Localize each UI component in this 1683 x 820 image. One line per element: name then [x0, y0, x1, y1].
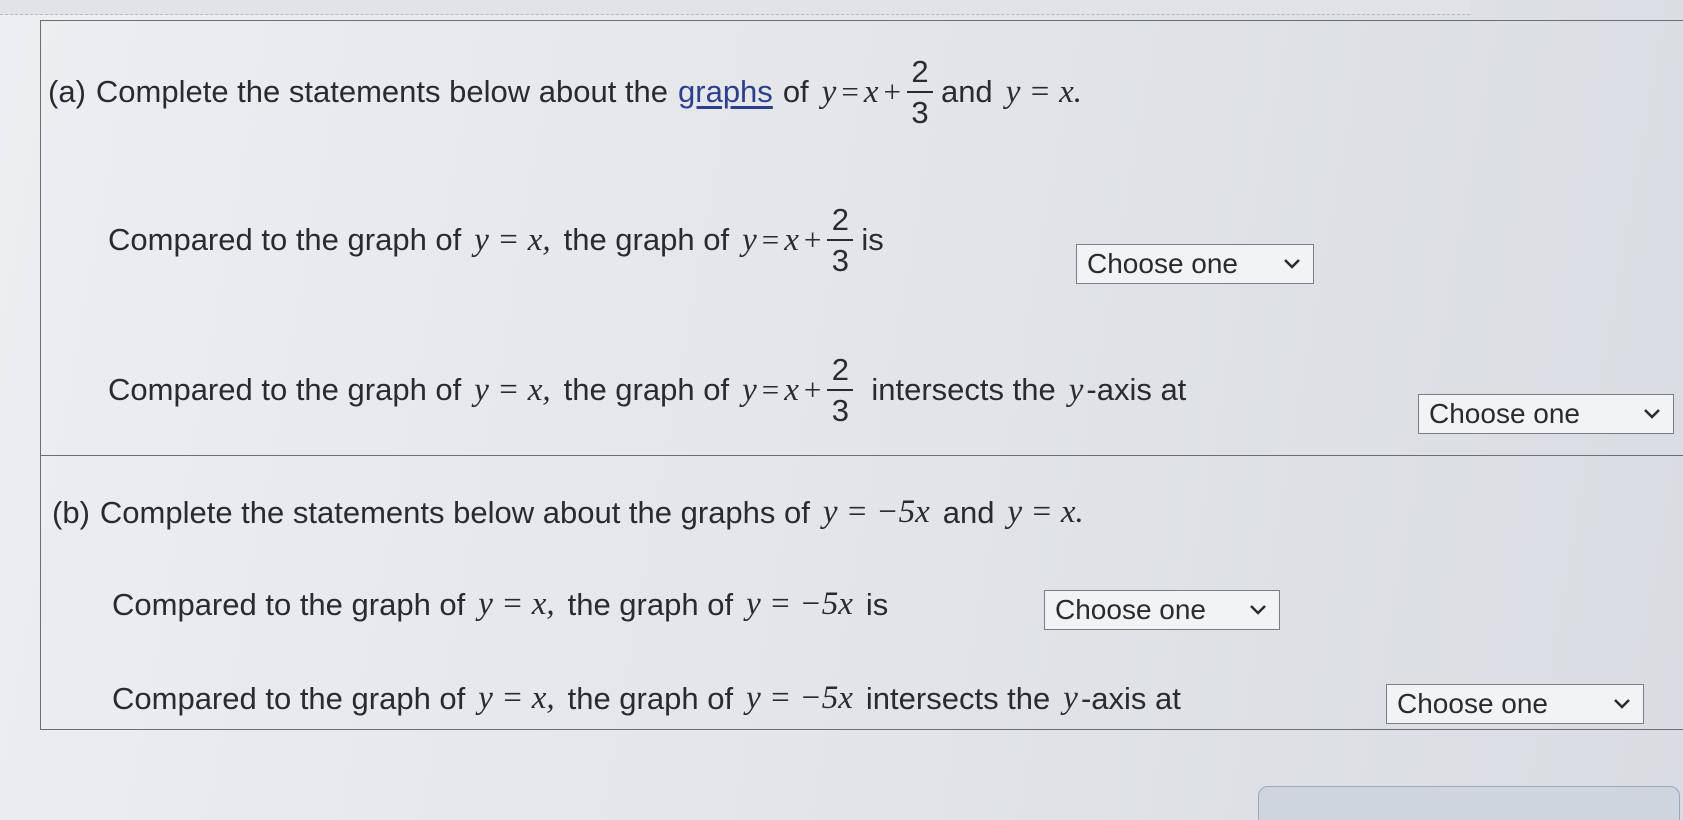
statement-middle: the graph of — [567, 680, 734, 716]
fraction-two-thirds: 2 3 — [906, 54, 933, 130]
part-a-dropdown-1[interactable]: Choose one — [1076, 244, 1314, 284]
statement-eq: y = x, — [478, 680, 555, 716]
statement-eq2: y = −5x — [746, 586, 853, 622]
part-b-statement-2: Compared to the graph of y = x, the grap… — [112, 680, 1181, 717]
part-b-label: (b) — [52, 494, 90, 530]
part-b-eq2: y = x. — [1007, 494, 1084, 530]
statement-eq: y = x, — [478, 586, 555, 622]
part-a-statement-2: Compared to the graph of y = x, the grap… — [108, 354, 1186, 426]
statement-eq2-rhs: x — [784, 221, 799, 258]
top-strip — [0, 0, 1470, 15]
statement-eq: y = x, — [474, 221, 551, 258]
part-b-intro: (b) Complete the statements below about … — [52, 494, 1087, 531]
part-divider — [40, 455, 1683, 456]
graphs-link[interactable]: graphs — [678, 74, 773, 110]
dropdown-value: Choose one — [1055, 594, 1207, 625]
statement-prefix: Compared to the graph of — [108, 222, 462, 257]
chevron-down-icon — [1611, 693, 1633, 715]
plus-sign: + — [803, 222, 822, 257]
fraction-numerator: 2 — [831, 202, 849, 237]
statement-prefix: Compared to the graph of — [112, 680, 466, 716]
statement-suffix: is — [865, 586, 889, 622]
chevron-down-icon — [1247, 599, 1269, 621]
fraction-two-thirds: 2 3 — [827, 352, 854, 428]
bottom-button[interactable] — [1258, 786, 1680, 820]
plus-sign: + — [803, 372, 822, 407]
fraction-denominator: 3 — [831, 393, 849, 428]
statement-suffix-b: -axis at — [1080, 680, 1181, 716]
statement-prefix: Compared to the graph of — [108, 372, 462, 407]
statement-eq2-rhs: x — [784, 371, 799, 408]
part-a-intro: (a) Complete the statements below about … — [48, 56, 1085, 128]
y-variable: y — [1063, 680, 1078, 716]
y-variable: y — [1068, 371, 1084, 408]
statement-middle: the graph of — [563, 222, 730, 257]
part-b-dropdown-1[interactable]: Choose one — [1044, 590, 1280, 630]
part-a-intro-text: Complete the statements below about the — [95, 74, 669, 109]
part-b-intro-text: Complete the statements below about the … — [99, 494, 810, 530]
part-a-eq1-lhs: y — [821, 73, 837, 110]
dropdown-value: Choose one — [1397, 688, 1549, 719]
statement-eq2: y = −5x — [746, 680, 853, 716]
chevron-down-icon — [1281, 253, 1303, 275]
statement-prefix: Compared to the graph of — [112, 586, 466, 622]
part-b-dropdown-2[interactable]: Choose one — [1386, 684, 1644, 724]
fraction-numerator: 2 — [911, 54, 929, 89]
part-b-eq1: y = −5x — [822, 494, 930, 530]
part-a-intro-and: and — [940, 74, 993, 109]
statement-suffix: is — [861, 222, 884, 257]
fraction-denominator: 3 — [911, 95, 929, 130]
equals-sign: = — [761, 372, 780, 407]
part-a-eq2: y = x. — [1005, 73, 1082, 110]
part-b-intro-and: and — [942, 494, 995, 530]
statement-middle: the graph of — [567, 586, 734, 622]
equals-sign: = — [761, 222, 780, 257]
dropdown-value: Choose one — [1087, 248, 1239, 279]
statement-suffix-a: intersects the — [865, 680, 1051, 716]
statement-suffix-b: -axis at — [1086, 372, 1187, 407]
plus-sign: + — [883, 74, 901, 109]
part-a-intro-of: of — [782, 74, 809, 109]
statement-suffix-a: intersects the — [871, 372, 1056, 407]
fraction-numerator: 2 — [831, 352, 849, 387]
part-a-label: (a) — [48, 74, 86, 109]
statement-eq2-lhs: y — [742, 221, 757, 258]
part-a-eq1-rhs: x — [863, 73, 879, 110]
dropdown-value: Choose one — [1429, 398, 1581, 429]
part-b-statement-1: Compared to the graph of y = x, the grap… — [112, 586, 888, 623]
part-a-dropdown-2[interactable]: Choose one — [1418, 394, 1674, 434]
fraction-two-thirds: 2 3 — [827, 202, 854, 278]
statement-eq2-lhs: y — [742, 371, 757, 408]
statement-eq: y = x, — [474, 371, 551, 408]
equals-sign: = — [841, 74, 859, 109]
statement-middle: the graph of — [563, 372, 730, 407]
page: (a) Complete the statements below about … — [0, 0, 1683, 820]
fraction-denominator: 3 — [831, 243, 849, 278]
chevron-down-icon — [1641, 403, 1663, 425]
part-a-statement-1: Compared to the graph of y = x, the grap… — [108, 204, 884, 276]
